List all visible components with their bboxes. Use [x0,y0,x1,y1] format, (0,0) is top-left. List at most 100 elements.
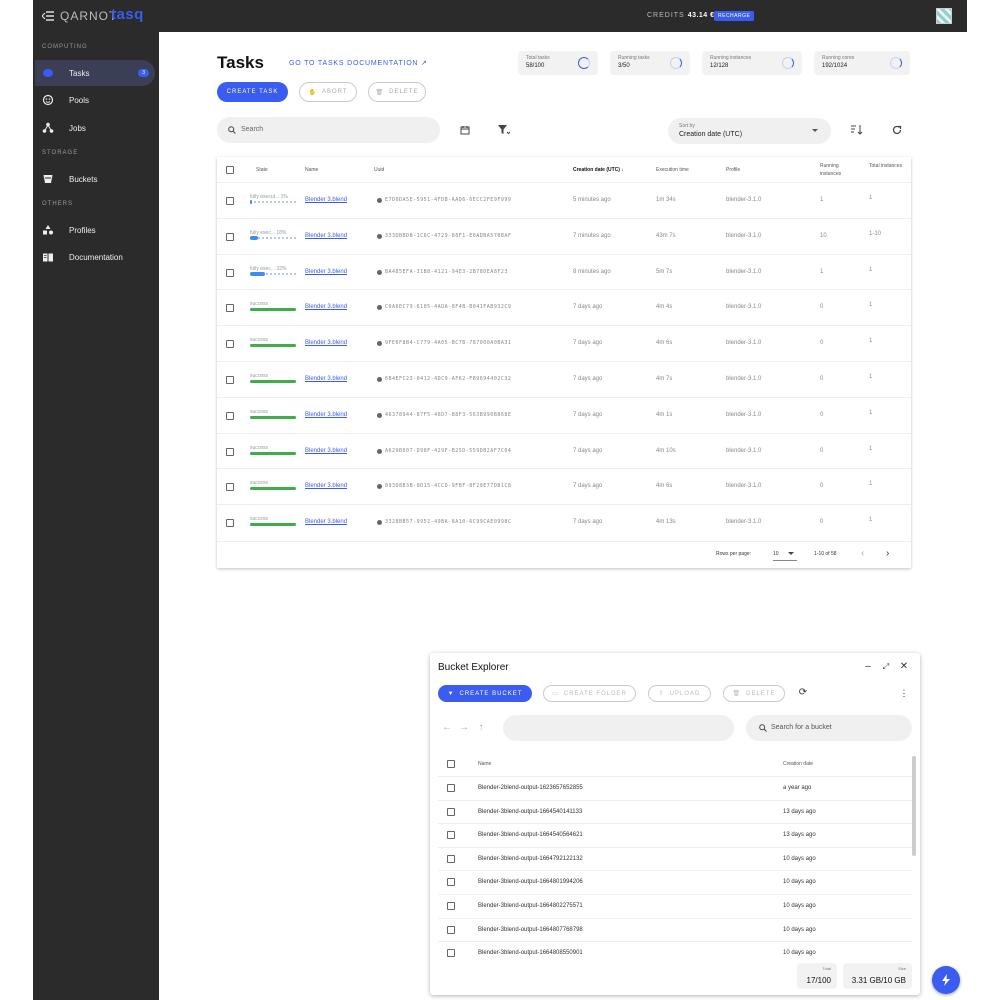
sidebar-item-jobs[interactable]: Jobs [35,115,155,141]
row-checkbox[interactable] [447,831,455,840]
recharge-button[interactable]: RECHARGE [714,11,755,21]
forward-arrow-icon[interactable]: → [459,723,469,733]
copy-icon[interactable] [377,269,382,275]
sidebar-item-buckets[interactable]: Buckets [35,166,155,192]
task-name-link[interactable]: Blender 3.blend [305,197,347,203]
tasks-documentation-link[interactable]: GO TO TASKS DOCUMENTATION ↗ [289,59,428,67]
table-row[interactable]: success Blender 3.blend 9FE6F8B4-C779-4A… [217,325,911,361]
bucket-row[interactable]: Blender-3blend-output-1664802275571 10 d… [438,894,912,918]
product-logo[interactable]: tasq [111,6,144,23]
row-checkbox[interactable] [447,878,455,887]
copy-icon[interactable] [377,198,382,203]
task-name-link[interactable]: Blender 3.blend [305,269,347,275]
row-checkbox[interactable] [447,902,455,910]
refresh-icon[interactable] [890,123,904,137]
table-row[interactable]: success Blender 3.blend 6B4EFC23-0412-4D… [217,361,911,397]
copy-icon[interactable] [377,412,382,418]
up-arrow-icon[interactable]: ↑ [476,723,486,733]
bucket-row[interactable]: Blender-2blend-output-1623657652855 a ye… [438,776,912,800]
row-checkbox[interactable] [447,949,455,958]
create-task-button[interactable]: CREATE TASK [217,82,288,102]
rows-per-page-select[interactable]: 10 [773,551,797,561]
row-checkbox[interactable] [447,925,455,934]
task-name-link[interactable]: Blender 3.blend [305,412,347,418]
refresh-icon[interactable]: ⟳ [798,688,808,698]
row-checkbox[interactable] [226,411,234,420]
copy-icon[interactable] [377,520,382,526]
row-checkbox[interactable] [447,784,455,792]
quick-action-button[interactable] [932,966,960,994]
avatar[interactable] [936,8,952,24]
sort-direction-icon[interactable] [850,123,864,137]
task-name-link[interactable]: Blender 3.blend [305,483,347,489]
row-checkbox[interactable] [226,376,234,384]
task-name-link[interactable]: Blender 3.blend [305,304,347,310]
prev-page-icon[interactable]: ‹ [861,548,864,559]
row-checkbox[interactable] [226,197,234,205]
filter-icon[interactable] [497,123,511,137]
table-row[interactable]: fully exec... 32% Blender 3.blend BA485E… [217,253,911,290]
bucket-column-name[interactable]: Name [478,761,491,767]
sort-select[interactable]: Sort by Creation date (UTC) [668,118,831,144]
sidebar-item-profiles[interactable]: Profiles [35,217,155,243]
copy-icon[interactable] [377,484,382,490]
task-name-link[interactable]: Blender 3.blend [305,233,347,239]
bucket-row[interactable]: Blender-3blend-output-1664792122132 10 d… [438,846,912,871]
delete-button[interactable]: 🗑 DELETE [368,82,426,102]
bucket-row[interactable]: Blender-3blend-output-1664540141133 13 d… [438,799,912,824]
back-arrow-icon[interactable]: ← [442,723,452,733]
table-row[interactable]: success Blender 3.blend 893D8B3B-0D15-4C… [217,468,911,504]
bucket-column-date[interactable]: Creation date [783,761,813,767]
sidebar-item-pools[interactable]: Pools [35,87,155,113]
close-icon[interactable]: ✕ [899,662,909,672]
minimize-icon[interactable]: – [863,662,873,672]
row-checkbox[interactable] [447,807,455,816]
abort-button[interactable]: ✋ ABORT [299,82,357,102]
table-row[interactable]: fully execut... 1% Blender 3.blend E7D0D… [217,182,911,218]
bucket-row[interactable]: Blender-3blend-output-1664540564621 13 d… [438,823,912,847]
upload-button[interactable]: ⇧ UPLOAD [648,685,711,702]
task-name-link[interactable]: Blender 3.blend [305,448,347,454]
row-checkbox[interactable] [226,304,234,313]
bucket-row[interactable]: Blender-3blend-output-1664807768798 10 d… [438,917,912,942]
bucket-search-input[interactable]: Search for a bucket [746,715,912,741]
bucket-row[interactable]: Blender-3blend-output-1664808550901 10 d… [438,941,912,965]
calendar-icon[interactable] [458,123,472,137]
bucket-row[interactable]: Blender-3blend-output-1664801994206 10 d… [438,870,912,894]
sidebar-item-documentation[interactable]: Documentation [35,244,155,270]
row-checkbox[interactable] [447,854,455,863]
copy-icon[interactable] [377,233,382,239]
row-checkbox[interactable] [226,268,234,277]
table-row[interactable]: success Blender 3.blend A629B607-D98F-42… [217,432,911,469]
table-row[interactable]: success Blender 3.blend 46378944-87F5-46… [217,396,911,433]
task-name-link[interactable]: Blender 3.blend [305,376,347,382]
create-bucket-button[interactable]: ▼ CREATE BUCKET [438,685,532,702]
copy-icon[interactable] [377,448,382,454]
row-checkbox[interactable] [226,340,234,349]
next-page-icon[interactable]: › [886,548,889,559]
row-checkbox[interactable] [226,447,234,456]
bucket-delete-button[interactable]: 🗑 DELETE [723,685,785,702]
copy-icon[interactable] [377,305,382,311]
copy-icon[interactable] [377,341,382,347]
create-folder-button[interactable]: ▭ CREATE FOLDER [543,685,636,702]
task-name-link[interactable]: Blender 3.blend [305,340,347,346]
scrollbar[interactable] [912,756,916,856]
expand-icon[interactable]: ⤢ [881,662,891,672]
bucket-path-input[interactable] [503,715,734,741]
table-row[interactable]: success Blender 3.blend 3328BB57-9952-49… [217,504,911,540]
collapse-menu-icon[interactable] [42,11,54,21]
row-checkbox[interactable] [226,519,234,528]
table-row[interactable]: fully exec... 18% Blender 3.blend 333DBB… [217,217,911,254]
state-label: success [250,408,269,415]
table-row[interactable]: success Blender 3.blend C0A6EC79-6105-4A… [217,289,911,325]
search-input[interactable]: Search [217,117,440,143]
task-name-link[interactable]: Blender 3.blend [305,519,347,525]
row-checkbox[interactable] [226,232,234,241]
copy-icon[interactable] [377,377,382,382]
bucket-select-all-checkbox[interactable] [447,760,455,768]
row-checkbox[interactable] [226,483,234,492]
sidebar-item-tasks[interactable]: Tasks 3 [35,60,155,86]
more-vert-icon[interactable]: ⋮ [899,688,909,698]
select-all-checkbox[interactable] [226,166,234,174]
